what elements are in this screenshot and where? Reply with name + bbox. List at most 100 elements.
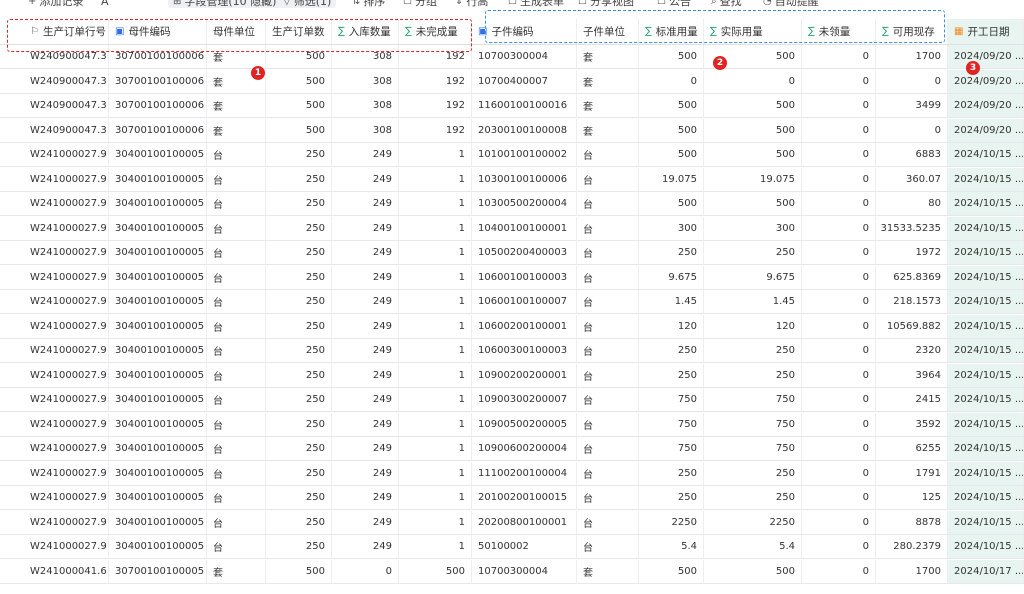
cell-unpicked[interactable]: 0 — [802, 45, 876, 68]
cell-in_qty[interactable]: 308 — [332, 69, 399, 93]
cell-stock[interactable]: 125 — [876, 486, 948, 509]
cell-unfinished[interactable]: 1 — [399, 192, 472, 215]
cell-child_unit[interactable]: 台 — [577, 290, 639, 313]
cell-unpicked[interactable]: 0 — [802, 314, 876, 338]
toolbar-reminder-button[interactable]: ◔ 自动提醒 — [763, 0, 819, 8]
cell-in_qty[interactable]: 249 — [332, 192, 399, 215]
cell-act_qty[interactable]: 250 — [704, 363, 802, 387]
cell-start_date[interactable]: 2024/09/20 ... — [948, 118, 1024, 142]
cell-child_unit[interactable]: 台 — [577, 143, 639, 166]
cell-order_no[interactable]: W240900047.3 — [24, 94, 109, 117]
row-gutter[interactable] — [0, 413, 22, 436]
cell-std_qty[interactable]: 120 — [639, 314, 704, 338]
toolbar-add-button[interactable]: + 添加记录 — [28, 0, 83, 8]
cell-std_qty[interactable]: 250 — [639, 241, 704, 264]
row-gutter[interactable] — [0, 70, 22, 93]
cell-order_qty[interactable]: 250 — [266, 339, 332, 362]
cell-child_code[interactable]: 10900200200001 — [472, 363, 577, 387]
cell-start_date[interactable]: 2024/10/15 ... — [948, 510, 1024, 534]
cell-start_date[interactable]: 2024/10/15 ... — [948, 339, 1024, 362]
cell-parent_code[interactable]: 30400100100005 — [109, 216, 207, 240]
toolbar-font-color-button[interactable]: A — [98, 0, 109, 8]
cell-order_qty[interactable]: 250 — [266, 388, 332, 411]
cell-std_qty[interactable]: 2250 — [639, 510, 704, 534]
cell-parent_unit[interactable]: 台 — [207, 339, 266, 362]
row-gutter[interactable] — [0, 315, 22, 338]
cell-unpicked[interactable]: 0 — [802, 559, 876, 583]
table-row[interactable]: W241000027.9 30400100100005 台 250 249 1 109002… — [0, 363, 1024, 388]
cell-child_unit[interactable]: 台 — [577, 486, 639, 509]
row-gutter[interactable] — [0, 486, 22, 509]
toolbar-group-button[interactable]: ☐ 分组 — [403, 0, 437, 8]
cell-std_qty[interactable]: 500 — [639, 559, 704, 583]
cell-parent_unit[interactable]: 台 — [207, 265, 266, 289]
cell-child_code[interactable]: 10700400007 — [472, 69, 577, 93]
table-row[interactable]: W241000027.9 30400100100005 台 250 249 1 109006… — [0, 437, 1024, 461]
cell-child_code[interactable]: 10100100100002 — [472, 143, 577, 166]
cell-stock[interactable]: 6255 — [876, 437, 948, 460]
table-row[interactable]: W240900047.3 30700100100006 套 500 308 192 1070… — [0, 69, 1024, 94]
cell-child_unit[interactable]: 台 — [577, 461, 639, 485]
cell-std_qty[interactable]: 750 — [639, 437, 704, 460]
cell-parent_code[interactable]: 30400100100005 — [109, 143, 207, 166]
cell-child_code[interactable]: 50100002 — [472, 535, 577, 558]
cell-child_code[interactable]: 10300100100006 — [472, 167, 577, 191]
cell-std_qty[interactable]: 500 — [639, 45, 704, 68]
cell-start_date[interactable]: 2024/10/15 ... — [948, 437, 1024, 460]
cell-child_unit[interactable]: 台 — [577, 241, 639, 264]
cell-std_qty[interactable]: 500 — [639, 118, 704, 142]
cell-parent_code[interactable]: 30400100100005 — [109, 167, 207, 191]
cell-order_no[interactable]: W241000027.9 — [24, 461, 109, 485]
cell-unfinished[interactable]: 1 — [399, 339, 472, 362]
cell-parent_code[interactable]: 30700100100005 — [109, 559, 207, 583]
cell-child_unit[interactable]: 套 — [577, 118, 639, 142]
cell-std_qty[interactable]: 500 — [639, 94, 704, 117]
cell-child_unit[interactable]: 套 — [577, 69, 639, 93]
cell-unpicked[interactable]: 0 — [802, 510, 876, 534]
cell-act_qty[interactable]: 500 — [704, 559, 802, 583]
cell-order_no[interactable]: W241000027.9 — [24, 167, 109, 191]
cell-stock[interactable]: 8878 — [876, 510, 948, 534]
cell-parent_unit[interactable]: 台 — [207, 167, 266, 191]
cell-child_code[interactable]: 10400100100001 — [472, 216, 577, 240]
row-gutter[interactable] — [0, 119, 22, 142]
cell-child_code[interactable]: 20300100100008 — [472, 118, 577, 142]
table-row[interactable]: W241000041.6 30700100100005 套 500 0 500 107003… — [0, 559, 1024, 584]
table-row[interactable]: W241000027.9 30400100100005 台 250 249 1 201002… — [0, 486, 1024, 510]
cell-child_unit[interactable]: 套 — [577, 559, 639, 583]
cell-child_code[interactable]: 10900300200007 — [472, 388, 577, 411]
cell-in_qty[interactable]: 249 — [332, 510, 399, 534]
cell-act_qty[interactable]: 0 — [704, 69, 802, 93]
cell-act_qty[interactable]: 300 — [704, 216, 802, 240]
cell-start_date[interactable]: 2024/09/20 ... — [948, 94, 1024, 117]
cell-parent_unit[interactable]: 台 — [207, 486, 266, 509]
cell-unfinished[interactable]: 1 — [399, 437, 472, 460]
cell-act_qty[interactable]: 750 — [704, 412, 802, 436]
cell-stock[interactable]: 280.2379 — [876, 535, 948, 558]
cell-order_qty[interactable]: 250 — [266, 363, 332, 387]
cell-order_no[interactable]: W241000027.9 — [24, 510, 109, 534]
cell-unfinished[interactable]: 1 — [399, 510, 472, 534]
cell-act_qty[interactable]: 750 — [704, 437, 802, 460]
cell-child_code[interactable]: 20200800100001 — [472, 510, 577, 534]
table-row[interactable]: W241000027.9 30400100100005 台 250 249 1 105002… — [0, 241, 1024, 265]
cell-act_qty[interactable]: 19.075 — [704, 167, 802, 191]
cell-stock[interactable]: 1791 — [876, 461, 948, 485]
cell-order_no[interactable]: W241000027.9 — [24, 363, 109, 387]
cell-in_qty[interactable]: 249 — [332, 412, 399, 436]
cell-unpicked[interactable]: 0 — [802, 167, 876, 191]
table-row[interactable]: W241000027.9 30400100100005 台 250 249 1 106002… — [0, 314, 1024, 339]
cell-stock[interactable]: 1700 — [876, 45, 948, 68]
cell-stock[interactable]: 625.8369 — [876, 265, 948, 289]
cell-unpicked[interactable]: 0 — [802, 461, 876, 485]
row-gutter[interactable] — [0, 192, 22, 215]
cell-child_code[interactable]: 10600100100007 — [472, 290, 577, 313]
table-row[interactable]: W241000027.9 30400100100005 台 250 249 1 111002… — [0, 461, 1024, 486]
cell-parent_code[interactable]: 30400100100005 — [109, 314, 207, 338]
cell-parent_unit[interactable]: 台 — [207, 437, 266, 460]
cell-parent_unit[interactable]: 套 — [207, 559, 266, 583]
cell-act_qty[interactable]: 500 — [704, 143, 802, 166]
row-gutter[interactable] — [0, 266, 22, 289]
cell-parent_unit[interactable]: 套 — [207, 118, 266, 142]
table-row[interactable]: W241000027.9 30400100100005 台 250 249 1 501000… — [0, 535, 1024, 559]
